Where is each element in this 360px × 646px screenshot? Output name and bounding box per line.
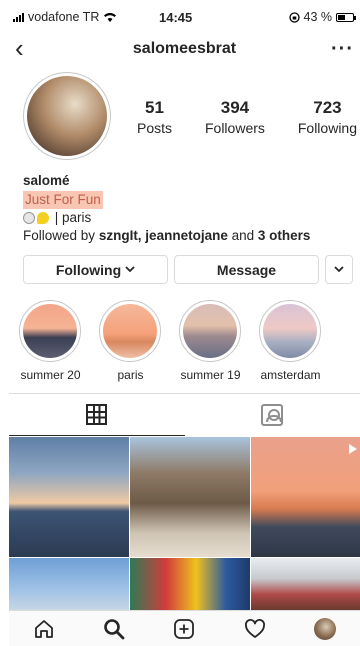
battery-percent: 43 %: [303, 10, 333, 24]
tab-tagged[interactable]: [185, 394, 360, 436]
posts-label: Posts: [137, 120, 173, 136]
lemon-emoji-icon: [37, 212, 49, 225]
tab-grid[interactable]: [9, 394, 185, 436]
avatar-photo: [27, 76, 107, 156]
following-count: 723: [313, 98, 342, 117]
posts-grid: [9, 437, 360, 610]
top-nav: ‹ salomeesbrat ···: [9, 35, 360, 64]
wifi-icon: [104, 13, 117, 22]
tagged-icon: [261, 404, 284, 426]
chevron-down-icon: [334, 266, 344, 273]
profile-tabs: [9, 393, 360, 437]
post-thumbnail[interactable]: [130, 437, 250, 557]
display-name: salomé: [23, 173, 70, 188]
bio-text: | paris: [54, 210, 92, 225]
highlight-paris[interactable]: paris: [99, 300, 162, 382]
status-time: 14:45: [159, 10, 193, 25]
post-thumbnail[interactable]: [9, 437, 129, 557]
more-options-icon[interactable]: ···: [331, 38, 354, 61]
followed-by-users: szngIt, jeannetojane: [98, 228, 228, 243]
highlight-summer-20[interactable]: summer 20: [19, 300, 82, 382]
profile-actions: Following Message: [23, 255, 357, 284]
profile-tab-avatar[interactable]: [313, 617, 337, 641]
activity-heart-icon[interactable]: [243, 617, 267, 641]
followed-by-others: 3 others: [257, 228, 311, 243]
video-icon: [349, 444, 357, 454]
battery-icon: [336, 12, 356, 22]
highlight-cover: [23, 304, 77, 358]
chevron-down-icon: [125, 266, 135, 273]
following-button[interactable]: Following: [23, 255, 168, 284]
carrier-name: vodafone TR: [28, 10, 100, 24]
avatar: [313, 617, 336, 640]
profile-screen: vodafone TR 14:45 43 % ‹ salomeesbrat ··…: [9, 0, 360, 646]
profile-username: salomeesbrat: [132, 40, 237, 57]
posts-stat[interactable]: 51 Posts: [137, 98, 172, 136]
story-highlights: summer 20 paris summer 19 amsterdam: [19, 300, 322, 382]
status-bar: vodafone TR 14:45 43 %: [9, 8, 360, 28]
followers-count: 394: [220, 98, 250, 117]
grid-icon: [86, 404, 108, 425]
followed-by[interactable]: Followed by szngIt, jeannetojane and 3 o…: [23, 227, 353, 245]
new-post-icon[interactable]: [172, 617, 196, 641]
followers-label: Followers: [204, 120, 265, 136]
suggested-dropdown-button[interactable]: [325, 255, 353, 284]
search-icon[interactable]: [102, 617, 126, 641]
message-button[interactable]: Message: [174, 255, 319, 284]
orientation-lock-icon: [288, 11, 300, 23]
volleyball-emoji-icon: [23, 212, 35, 225]
highlight-amsterdam[interactable]: amsterdam: [259, 300, 322, 382]
home-icon[interactable]: [32, 617, 56, 641]
highlight-cover: [103, 304, 157, 358]
posts-count: 51: [145, 98, 164, 117]
profile-bio: salomé Just For Fun | paris Followed by …: [23, 172, 353, 245]
bottom-nav: [9, 610, 360, 646]
profile-avatar[interactable]: [23, 72, 111, 160]
signal-icon: [13, 12, 24, 22]
profile-category: Just For Fun: [23, 191, 103, 209]
profile-stats: 51 Posts 394 Followers 723 Following: [137, 98, 357, 136]
post-thumbnail[interactable]: [251, 437, 360, 557]
following-label: Following: [297, 120, 357, 136]
post-thumbnail[interactable]: [130, 558, 250, 610]
highlight-summer-19[interactable]: summer 19: [179, 300, 242, 382]
following-stat[interactable]: 723 Following: [298, 98, 357, 136]
followers-stat[interactable]: 394 Followers: [205, 98, 265, 136]
post-thumbnail[interactable]: [251, 558, 360, 610]
highlight-cover: [263, 304, 317, 358]
post-thumbnail[interactable]: [9, 558, 129, 610]
bio-line: | paris: [23, 209, 353, 227]
highlight-cover: [183, 304, 237, 358]
